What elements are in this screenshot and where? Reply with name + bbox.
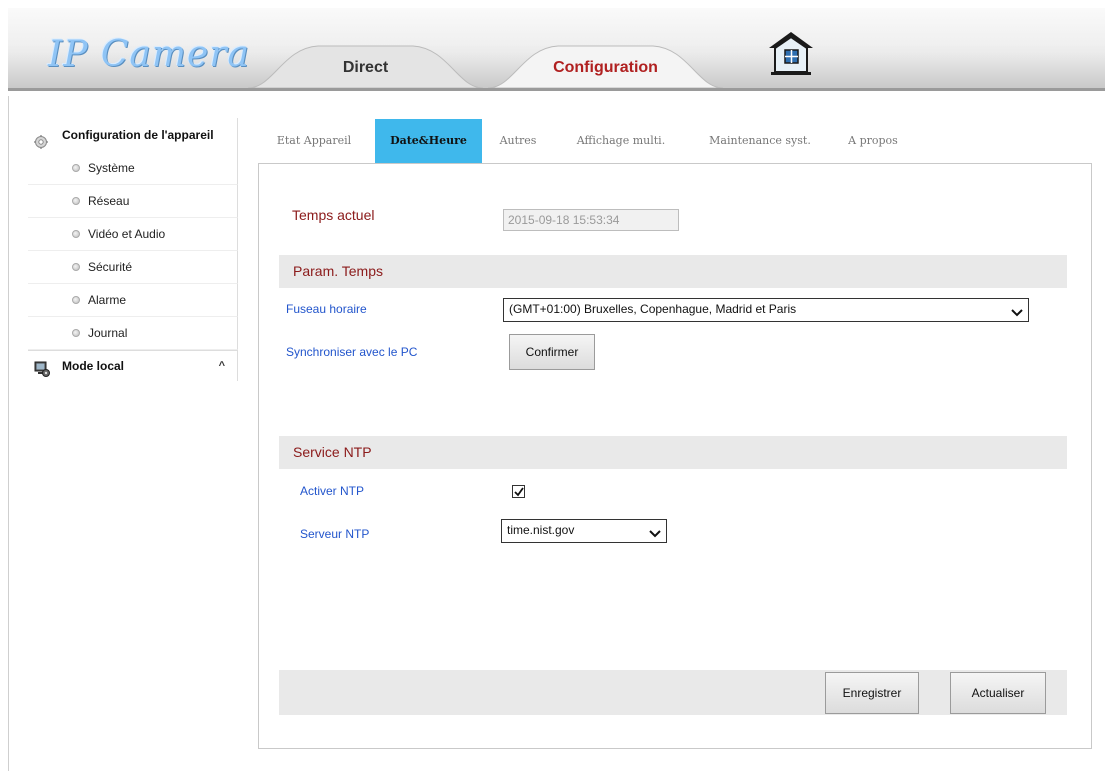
sidebar-group-local-mode[interactable]: Mode local ^: [28, 350, 238, 381]
sidebar-item-label: Journal: [88, 326, 128, 340]
local-computer-icon: [34, 358, 50, 388]
app-header: IP Camera Direct Configuration: [8, 8, 1105, 91]
sidebar-item-reseau[interactable]: Réseau: [28, 185, 238, 218]
bullet-icon: [72, 263, 80, 271]
tab-a-propos[interactable]: A propos: [836, 119, 910, 163]
app-logo: IP Camera: [48, 34, 251, 75]
ntp-enable-label: Activer NTP: [300, 484, 365, 498]
bullet-icon: [72, 329, 80, 337]
bullet-icon: [72, 197, 80, 205]
sync-pc-label: Synchroniser avec le PC: [286, 345, 418, 359]
refresh-button[interactable]: Actualiser: [950, 672, 1046, 714]
sidebar-item-video-audio[interactable]: Vidéo et Audio: [28, 218, 238, 251]
section-param-temps: Param. Temps: [279, 255, 1067, 288]
current-time-field: 2015-09-18 15:53:34: [503, 209, 679, 231]
ntp-server-label: Serveur NTP: [300, 527, 370, 541]
bullet-icon: [72, 164, 80, 172]
save-button[interactable]: Enregistrer: [825, 672, 919, 714]
sidebar-group-label: Configuration de l'appareil: [62, 128, 214, 142]
bullet-icon: [72, 296, 80, 304]
tab-direct[interactable]: Direct: [248, 42, 483, 88]
sidebar-item-label: Vidéo et Audio: [88, 227, 166, 241]
sidebar-item-label: Sécurité: [88, 260, 133, 274]
timezone-label: Fuseau horaire: [286, 302, 367, 316]
sidebar-item-label: Système: [88, 161, 135, 175]
tab-affichage-multi[interactable]: Affichage multi.: [566, 119, 676, 163]
current-time-label: Temps actuel: [292, 207, 375, 223]
sidebar-item-alarme[interactable]: Alarme: [28, 284, 238, 317]
timezone-select[interactable]: (GMT+01:00) Bruxelles, Copenhague, Madri…: [503, 298, 1029, 322]
chevron-down-icon: [1011, 304, 1023, 324]
section-service-ntp: Service NTP: [279, 436, 1067, 469]
bullet-icon: [72, 230, 80, 238]
sidebar-item-systeme[interactable]: Système: [28, 152, 238, 185]
tab-date-heure[interactable]: Date&Heure: [375, 119, 482, 163]
home-icon[interactable]: [761, 26, 821, 78]
confirm-button[interactable]: Confirmer: [509, 334, 595, 370]
ntp-server-select-value: time.nist.gov: [507, 523, 575, 537]
form-footer: [279, 670, 1067, 715]
tab-autres[interactable]: Autres: [488, 119, 548, 163]
sidebar-group-label: Mode local: [62, 359, 125, 373]
frame-border: [8, 96, 9, 771]
chevron-down-icon: [649, 525, 661, 545]
chevron-up-icon[interactable]: ^: [219, 351, 225, 381]
tab-configuration-label: Configuration: [553, 59, 658, 76]
tab-maintenance-syst[interactable]: Maintenance syst.: [696, 119, 824, 163]
sidebar-item-securite[interactable]: Sécurité: [28, 251, 238, 284]
sidebar-item-journal[interactable]: Journal: [28, 317, 238, 350]
sidebar: Configuration de l'appareil Système Rése…: [28, 118, 238, 381]
settings-panel: Temps actuel 2015-09-18 15:53:34 Param. …: [258, 163, 1092, 749]
ntp-enable-checkbox[interactable]: [512, 485, 525, 498]
sidebar-group-device-config[interactable]: Configuration de l'appareil: [28, 118, 238, 152]
tab-etat-appareil[interactable]: Etat Appareil: [258, 119, 370, 163]
checkmark-icon: [514, 487, 524, 497]
timezone-select-value: (GMT+01:00) Bruxelles, Copenhague, Madri…: [509, 302, 797, 316]
tab-direct-label: Direct: [342, 59, 389, 76]
ntp-server-select[interactable]: time.nist.gov: [501, 519, 667, 543]
sidebar-item-label: Réseau: [88, 194, 130, 208]
sidebar-item-label: Alarme: [88, 293, 127, 307]
tab-configuration[interactable]: Configuration: [488, 42, 723, 88]
